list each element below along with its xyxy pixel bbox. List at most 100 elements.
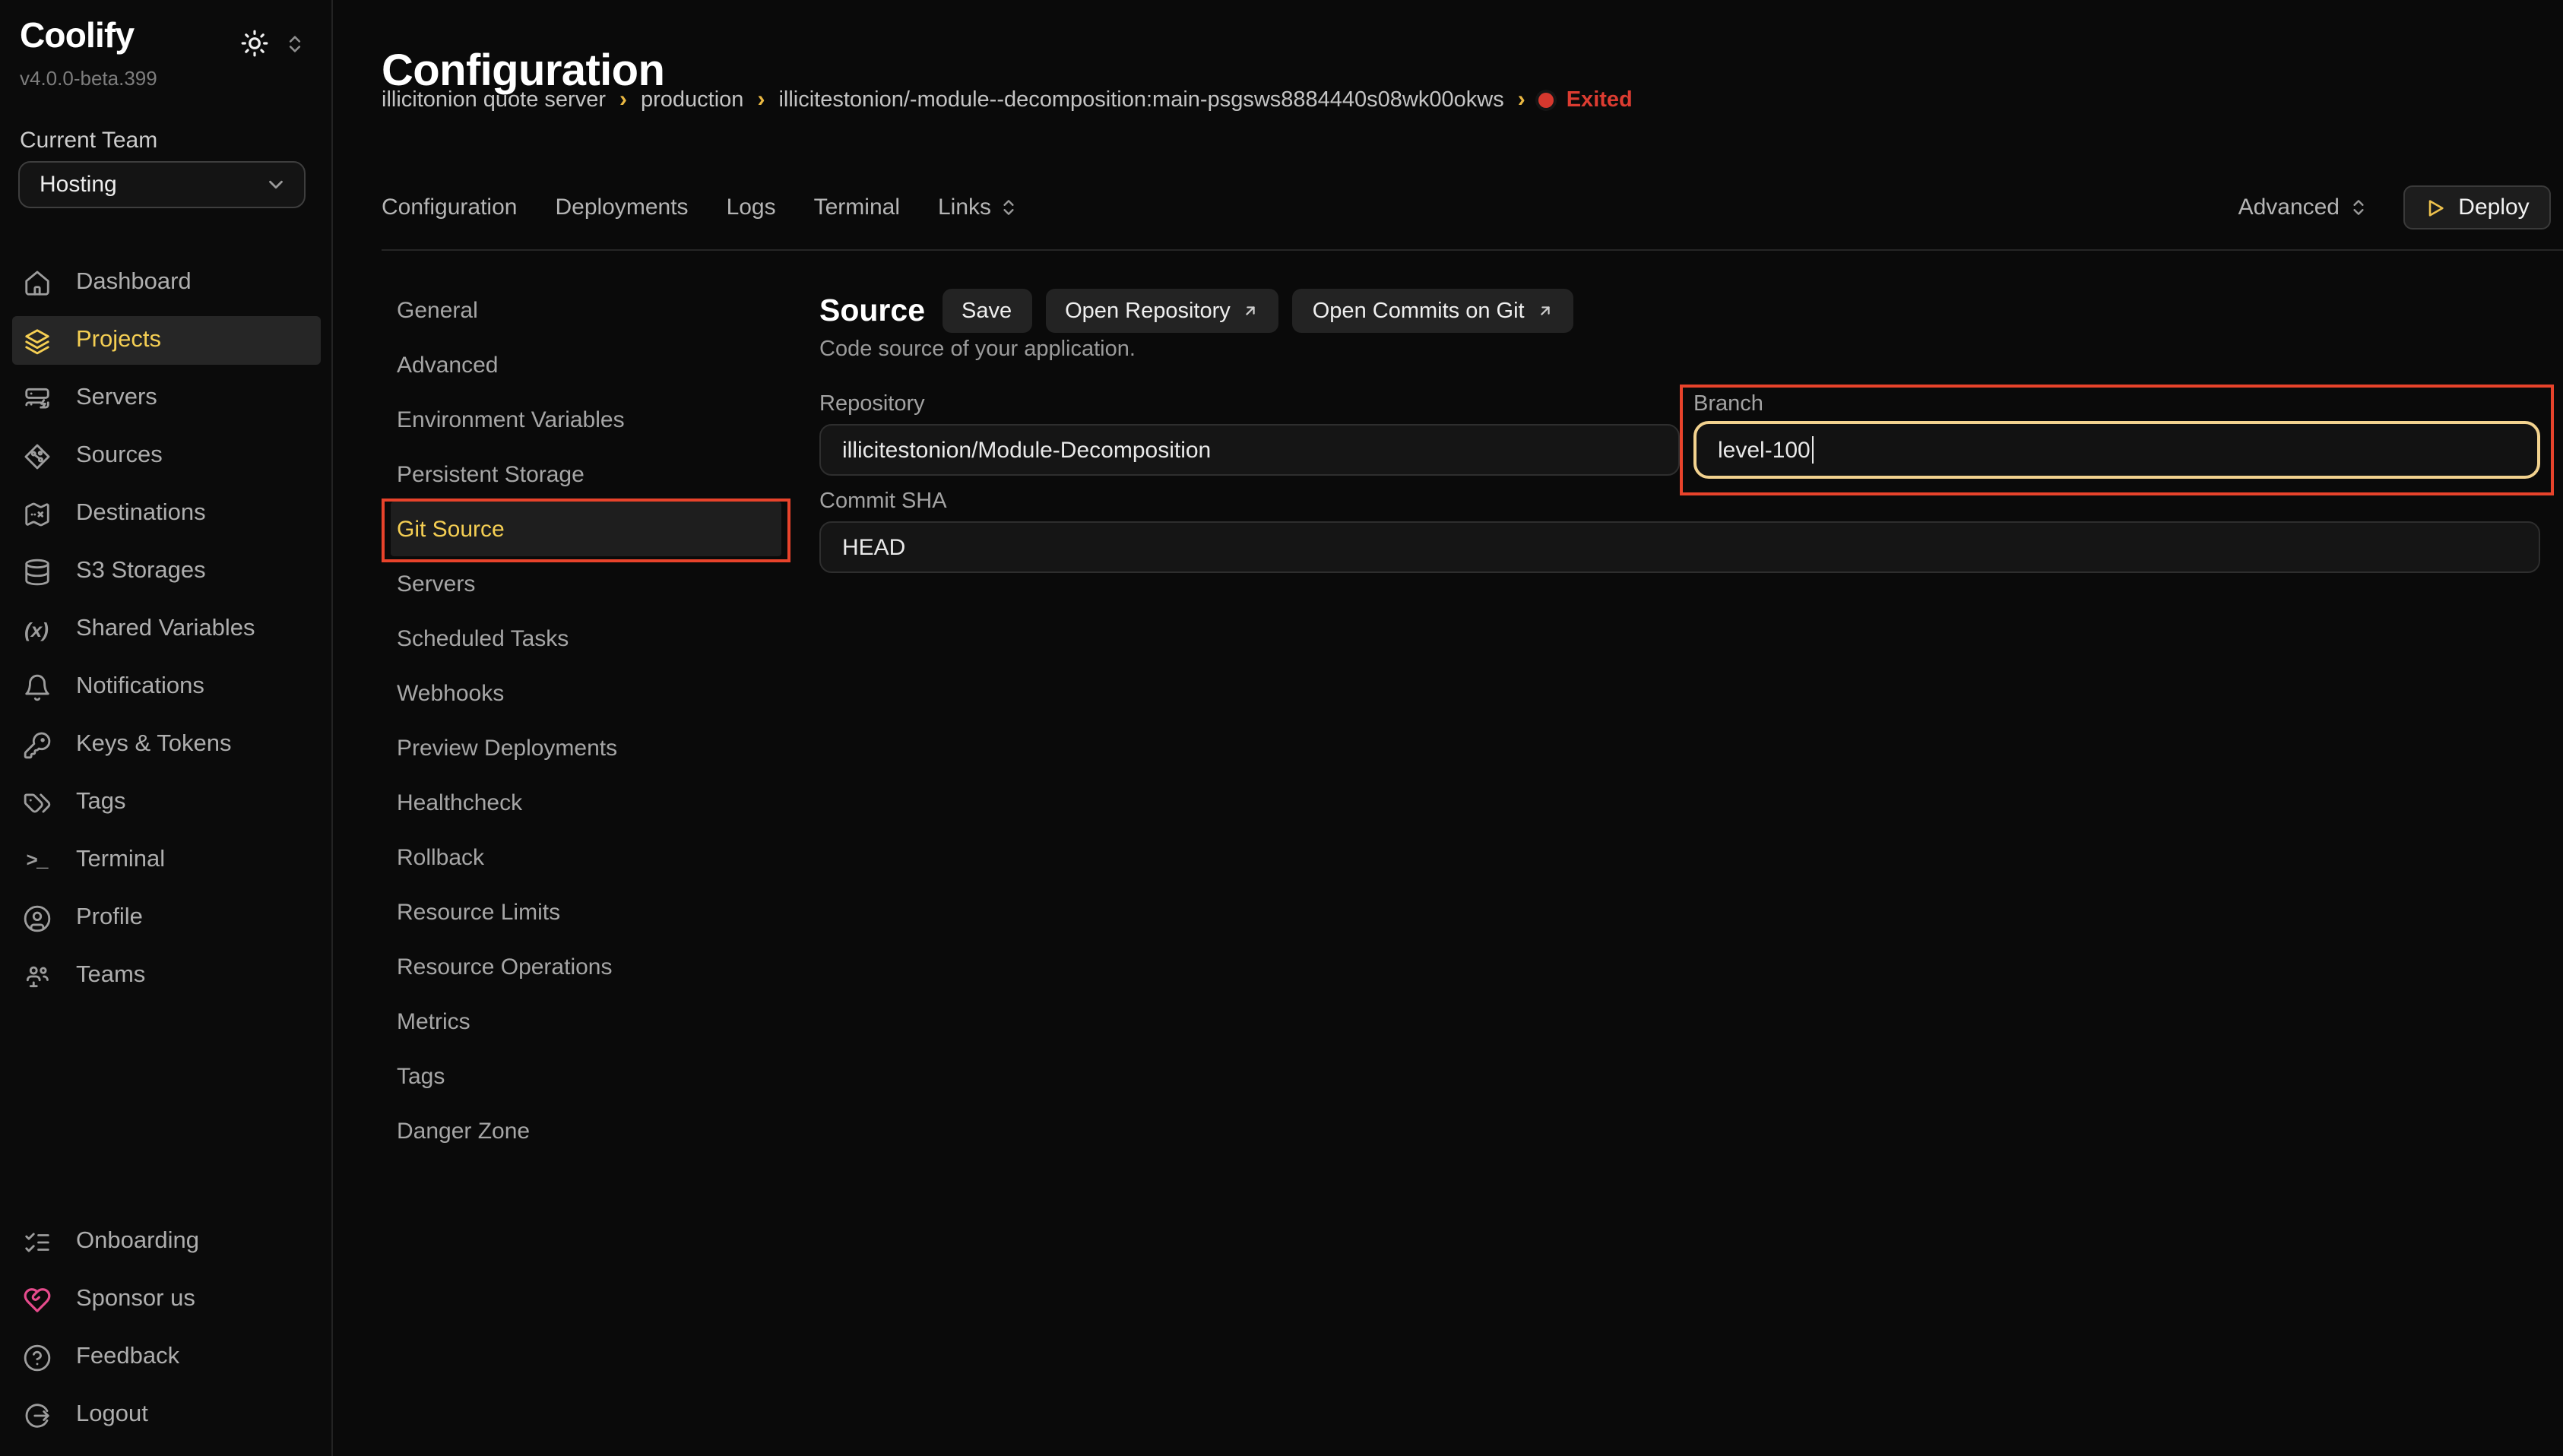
sidebar-item-profile[interactable]: Profile bbox=[12, 894, 321, 942]
section-item-general[interactable]: General bbox=[391, 283, 781, 337]
database-icon bbox=[21, 556, 52, 587]
chevron-right-icon: › bbox=[757, 87, 765, 112]
sidebar-item-keys-tokens[interactable]: Keys & Tokens bbox=[12, 720, 321, 769]
source-heading: Source bbox=[819, 293, 925, 329]
chevron-right-icon: › bbox=[619, 87, 627, 112]
sidebar-item-dashboard[interactable]: Dashboard bbox=[12, 258, 321, 307]
tab-configuration[interactable]: Configuration bbox=[382, 195, 517, 220]
sidebar-item-destinations[interactable]: Destinations bbox=[12, 489, 321, 538]
app-logo: Coolify bbox=[20, 15, 134, 56]
sidebar-item-label: Tags bbox=[76, 789, 126, 816]
sidebar-item-logout[interactable]: Logout bbox=[12, 1391, 321, 1439]
sidebar-item-teams[interactable]: Teams bbox=[12, 951, 321, 1000]
sidebar-item-label: Sponsor us bbox=[76, 1286, 195, 1313]
commit-sha-label: Commit SHA bbox=[819, 489, 947, 514]
open-commits-button[interactable]: Open Commits on Git bbox=[1293, 289, 1573, 333]
save-button[interactable]: Save bbox=[942, 289, 1031, 333]
sidebar-item-label: Logout bbox=[76, 1401, 148, 1429]
terminal-icon: >_ bbox=[21, 845, 52, 875]
status-label: Exited bbox=[1567, 87, 1633, 112]
status-dot-icon bbox=[1539, 92, 1554, 107]
tab-links[interactable]: Links bbox=[938, 195, 1019, 220]
open-commits-label: Open Commits on Git bbox=[1313, 299, 1525, 323]
variable-icon: (x) bbox=[21, 614, 52, 644]
section-item-environment-variables[interactable]: Environment Variables bbox=[391, 392, 781, 447]
sidebar-item-servers[interactable]: Servers bbox=[12, 374, 321, 423]
sidebar-item-label: Dashboard bbox=[76, 269, 192, 296]
chevron-down-icon bbox=[265, 173, 287, 196]
coolify-app: Coolify v4.0.0-beta.399 Current Team Hos… bbox=[0, 0, 2563, 1456]
sidebar-item-s3-storages[interactable]: S3 Storages bbox=[12, 547, 321, 596]
section-item-danger-zone[interactable]: Danger Zone bbox=[391, 1103, 781, 1158]
status-badge: Exited bbox=[1539, 87, 1633, 112]
logout-icon bbox=[21, 1400, 52, 1430]
breadcrumb-resource[interactable]: illicitestonion/-module--decomposition:m… bbox=[778, 87, 1503, 112]
section-item-resource-limits[interactable]: Resource Limits bbox=[391, 885, 781, 939]
sidebar-item-label: Notifications bbox=[76, 673, 204, 701]
tags-icon bbox=[21, 787, 52, 818]
sidebar-item-terminal[interactable]: >_ Terminal bbox=[12, 836, 321, 885]
commit-sha-input[interactable]: HEAD bbox=[819, 521, 2540, 573]
tab-links-label: Links bbox=[938, 195, 991, 220]
section-item-tags[interactable]: Tags bbox=[391, 1049, 781, 1103]
sidebar-item-sources[interactable]: Sources bbox=[12, 432, 321, 480]
section-item-servers[interactable]: Servers bbox=[391, 556, 781, 611]
sidebar-item-notifications[interactable]: Notifications bbox=[12, 663, 321, 711]
advanced-dropdown[interactable]: Advanced bbox=[2238, 195, 2368, 220]
repository-input[interactable]: illicitestonion/Module-Decomposition bbox=[819, 424, 1680, 476]
layers-icon bbox=[21, 325, 52, 356]
tab-deployments[interactable]: Deployments bbox=[555, 195, 688, 220]
repository-value: illicitestonion/Module-Decomposition bbox=[842, 437, 1211, 463]
breadcrumb-environment[interactable]: production bbox=[641, 87, 743, 112]
sidebar-item-label: Profile bbox=[76, 904, 143, 932]
sidebar-item-projects[interactable]: Projects bbox=[12, 316, 321, 365]
section-item-preview-deployments[interactable]: Preview Deployments bbox=[391, 720, 781, 775]
sidebar-item-onboarding[interactable]: Onboarding bbox=[12, 1217, 321, 1266]
advanced-label: Advanced bbox=[2238, 195, 2340, 220]
tab-bar: Configuration Deployments Logs Terminal … bbox=[382, 195, 1019, 220]
deploy-label: Deploy bbox=[2458, 195, 2529, 220]
list-checks-icon bbox=[21, 1227, 52, 1257]
section-item-git-source[interactable]: Git Source bbox=[391, 502, 781, 556]
current-team-label: Current Team bbox=[20, 128, 157, 154]
section-item-persistent-storage[interactable]: Persistent Storage bbox=[391, 447, 781, 502]
map-icon bbox=[21, 499, 52, 529]
arrow-up-right-icon bbox=[1537, 302, 1554, 319]
sun-icon[interactable] bbox=[240, 29, 269, 58]
open-repository-label: Open Repository bbox=[1065, 299, 1231, 323]
open-repository-button[interactable]: Open Repository bbox=[1045, 289, 1279, 333]
home-icon bbox=[21, 267, 52, 298]
app-version: v4.0.0-beta.399 bbox=[20, 67, 157, 90]
section-item-webhooks[interactable]: Webhooks bbox=[391, 666, 781, 720]
sidebar: Coolify v4.0.0-beta.399 Current Team Hos… bbox=[0, 0, 333, 1456]
sidebar-item-feedback[interactable]: Feedback bbox=[12, 1333, 321, 1382]
section-item-scheduled-tasks[interactable]: Scheduled Tasks bbox=[391, 611, 781, 666]
section-item-healthcheck[interactable]: Healthcheck bbox=[391, 775, 781, 830]
section-item-rollback[interactable]: Rollback bbox=[391, 830, 781, 885]
repository-label: Repository bbox=[819, 392, 925, 416]
sidebar-item-label: Servers bbox=[76, 385, 157, 412]
breadcrumb: illicitonion quote server › production ›… bbox=[382, 87, 1633, 112]
deploy-button[interactable]: Deploy bbox=[2403, 185, 2551, 229]
section-item-advanced[interactable]: Advanced bbox=[391, 337, 781, 392]
sidebar-item-label: Shared Variables bbox=[76, 616, 255, 643]
sidebar-nav: Dashboard Projects Servers Sources Desti… bbox=[0, 258, 333, 1009]
section-item-resource-operations[interactable]: Resource Operations bbox=[391, 939, 781, 994]
commit-sha-value: HEAD bbox=[842, 534, 905, 560]
chevrons-up-down-icon[interactable] bbox=[284, 33, 306, 55]
branch-input[interactable]: level-100 bbox=[1693, 421, 2540, 479]
breadcrumb-project[interactable]: illicitonion quote server bbox=[382, 87, 606, 112]
sidebar-item-sponsor-us[interactable]: Sponsor us bbox=[12, 1275, 321, 1324]
server-icon bbox=[21, 383, 52, 413]
tab-terminal[interactable]: Terminal bbox=[814, 195, 900, 220]
team-select[interactable]: Hosting bbox=[18, 161, 306, 208]
sidebar-item-label: Keys & Tokens bbox=[76, 731, 232, 758]
section-item-metrics[interactable]: Metrics bbox=[391, 994, 781, 1049]
sidebar-item-shared-variables[interactable]: (x) Shared Variables bbox=[12, 605, 321, 654]
branch-value: level-100 bbox=[1718, 437, 1811, 463]
sidebar-item-tags[interactable]: Tags bbox=[12, 778, 321, 827]
tab-logs[interactable]: Logs bbox=[727, 195, 776, 220]
sidebar-item-label: Onboarding bbox=[76, 1228, 199, 1255]
team-select-value: Hosting bbox=[40, 172, 117, 198]
git-diamond-icon bbox=[21, 441, 52, 471]
